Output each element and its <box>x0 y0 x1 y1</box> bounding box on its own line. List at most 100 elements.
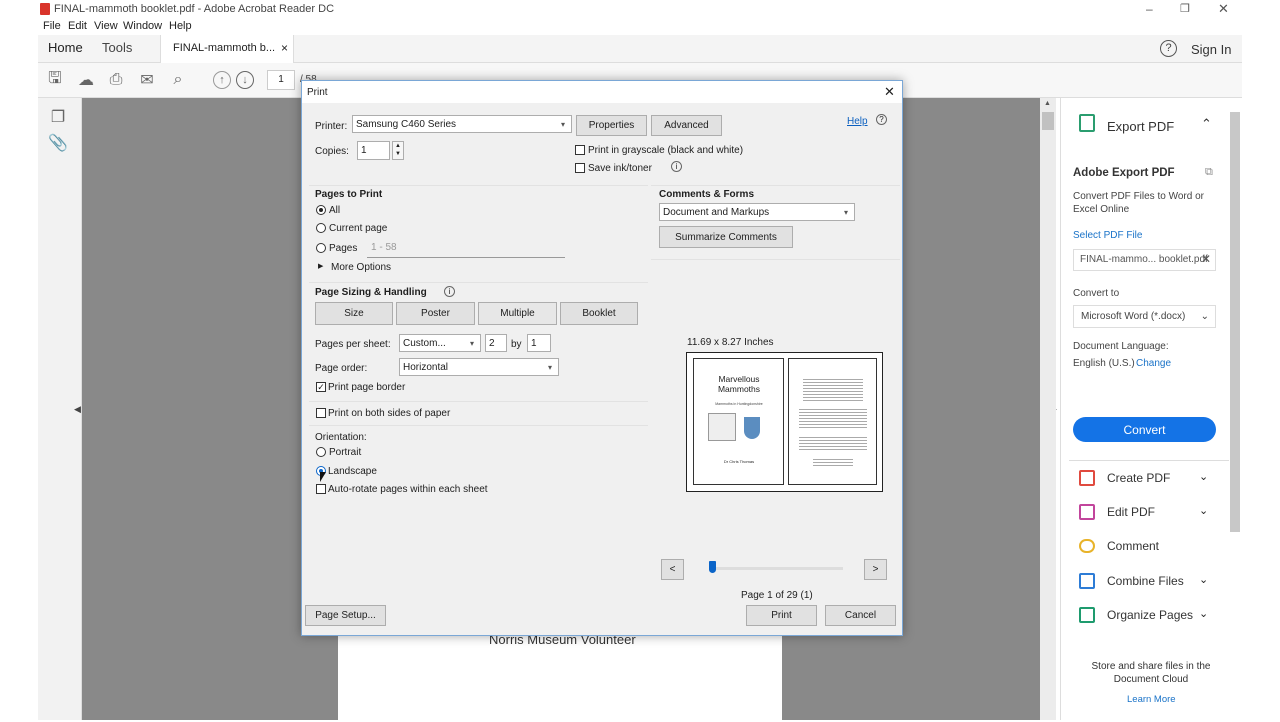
grayscale-checkbox[interactable] <box>575 145 585 155</box>
chevron-down-icon: ▾ <box>469 338 474 348</box>
sizing-info-icon[interactable]: i <box>444 286 455 297</box>
tool-combine-files[interactable]: Combine Files <box>1079 573 1184 589</box>
tab-document[interactable]: FINAL-mammoth b... × <box>160 35 294 63</box>
search-icon[interactable]: ⌕ <box>168 71 188 89</box>
sign-in-button[interactable]: Sign In <box>1191 42 1231 57</box>
orientation-label: Orientation: <box>315 432 367 443</box>
help-icon[interactable]: ? <box>1160 40 1177 57</box>
convert-button[interactable]: Convert <box>1073 417 1216 442</box>
page-setup-button[interactable]: Page Setup... <box>305 605 386 626</box>
collapse-left-icon[interactable]: ◀ <box>74 404 81 415</box>
page-info-label: Page 1 of 29 (1) <box>741 590 813 601</box>
edit-pdf-chevron-icon[interactable]: ⌄ <box>1199 504 1208 517</box>
pages-per-sheet-select[interactable]: Custom... ▾ <box>399 334 481 352</box>
menu-help[interactable]: Help <box>169 20 192 32</box>
learn-more-link[interactable]: Learn More <box>1127 694 1176 705</box>
change-language-link[interactable]: Change <box>1136 358 1171 369</box>
menu-file[interactable]: File <box>43 20 61 32</box>
autorotate-checkbox[interactable] <box>316 484 326 494</box>
size-label: Size <box>344 308 364 319</box>
organize-pages-chevron-icon[interactable]: ⌄ <box>1199 607 1208 620</box>
clear-file-icon[interactable]: ✕ <box>1201 252 1211 266</box>
selected-file-field[interactable]: FINAL-mammo... booklet.pdf <box>1073 249 1216 271</box>
document-scrollbar[interactable]: ▲ <box>1040 98 1056 720</box>
properties-button[interactable]: Properties <box>576 115 647 136</box>
pages-range-input[interactable]: 1 - 58 <box>367 238 565 258</box>
preview-text-block <box>803 377 863 401</box>
pages-radio[interactable] <box>316 243 326 253</box>
comments-select[interactable]: Document and Markups ▾ <box>659 203 855 221</box>
landscape-label: Landscape <box>328 466 377 477</box>
upload-cloud-icon[interactable]: ☁ <box>76 71 96 89</box>
save-icon[interactable]: 🖫 <box>46 70 64 89</box>
menu-bar: File Edit View Window Help <box>38 18 1242 35</box>
booklet-button[interactable]: Booklet <box>560 302 638 325</box>
menu-edit[interactable]: Edit <box>68 20 87 32</box>
page-order-select[interactable]: Horizontal ▾ <box>399 358 559 376</box>
page-down-icon[interactable]: ↓ <box>236 71 254 89</box>
size-button[interactable]: Size <box>315 302 393 325</box>
attachment-icon[interactable]: 📎 <box>48 134 68 152</box>
language-label: Document Language: <box>1073 341 1169 352</box>
menu-window[interactable]: Window <box>123 20 162 32</box>
multiple-button[interactable]: Multiple <box>478 302 557 325</box>
close-window-icon[interactable]: ✕ <box>1218 1 1229 17</box>
email-icon[interactable]: ✉ <box>137 71 157 89</box>
scroll-up-icon[interactable]: ▲ <box>1044 100 1051 107</box>
pages-thumbnail-icon[interactable]: ❐ <box>48 108 68 126</box>
select-pdf-link[interactable]: Select PDF File <box>1073 230 1142 241</box>
print-icon[interactable]: ⎙ <box>106 71 126 89</box>
both-sides-checkbox[interactable] <box>316 408 326 418</box>
scroll-thumb[interactable] <box>1042 112 1054 130</box>
printer-select[interactable]: Samsung C460 Series ▾ <box>352 115 572 133</box>
create-pdf-chevron-icon[interactable]: ⌄ <box>1199 470 1208 483</box>
portrait-radio[interactable] <box>316 447 326 457</box>
page-up-icon[interactable]: ↑ <box>213 71 231 89</box>
pages-label: Pages <box>329 243 358 254</box>
sheet-columns-input[interactable]: 2 <box>485 334 507 352</box>
minimize-icon[interactable]: – <box>1146 2 1153 16</box>
format-dropdown[interactable]: Microsoft Word (*.docx) ⌄ <box>1073 305 1216 328</box>
page-number-input[interactable]: 1 <box>267 70 295 90</box>
all-pages-radio[interactable] <box>316 205 326 215</box>
preview-text-block <box>813 457 853 467</box>
poster-button[interactable]: Poster <box>396 302 475 325</box>
more-options-label[interactable]: More Options <box>331 262 391 273</box>
save-ink-info-icon[interactable]: i <box>671 161 682 172</box>
menu-view[interactable]: View <box>94 20 118 32</box>
export-pdf-header[interactable]: Export PDF ⌃ <box>1061 98 1237 148</box>
comment-label: Comment <box>1107 539 1160 553</box>
advanced-button[interactable]: Advanced <box>651 115 722 136</box>
chevron-up-icon[interactable]: ⌃ <box>1201 116 1212 132</box>
save-ink-checkbox[interactable] <box>575 163 585 173</box>
print-button[interactable]: Print <box>746 605 817 626</box>
cancel-button[interactable]: Cancel <box>825 605 896 626</box>
previous-page-button[interactable]: < <box>661 559 684 580</box>
page-slider-track[interactable] <box>709 567 843 570</box>
right-panel-scrollbar[interactable] <box>1230 112 1240 532</box>
tool-create-pdf[interactable]: Create PDF <box>1079 470 1170 486</box>
page-slider-thumb[interactable] <box>709 561 716 573</box>
help-link[interactable]: Help <box>847 116 868 127</box>
current-page-radio[interactable] <box>316 223 326 233</box>
info-icon[interactable]: ? <box>876 114 887 125</box>
copies-input[interactable]: 1 <box>357 141 390 160</box>
page-border-checkbox[interactable]: ✓ <box>316 382 326 392</box>
tab-home[interactable]: Home <box>48 40 83 55</box>
export-settings-icon[interactable]: ⧉ <box>1205 166 1213 179</box>
close-tab-icon[interactable]: × <box>281 41 288 55</box>
next-page-button[interactable]: > <box>864 559 887 580</box>
combine-files-chevron-icon[interactable]: ⌄ <box>1199 573 1208 586</box>
preview-title: Marvellous Mammoths <box>717 374 761 394</box>
expand-triangle-icon[interactable]: ▶ <box>318 262 323 270</box>
tool-edit-pdf[interactable]: Edit PDF <box>1079 504 1155 520</box>
tool-organize-pages[interactable]: Organize Pages <box>1079 607 1193 623</box>
dialog-close-icon[interactable]: ✕ <box>884 84 895 100</box>
portrait-label: Portrait <box>329 447 362 458</box>
summarize-comments-button[interactable]: Summarize Comments <box>659 226 793 248</box>
tab-tools[interactable]: Tools <box>102 40 132 55</box>
tool-comment[interactable]: Comment <box>1079 539 1159 553</box>
sheet-rows-input[interactable]: 1 <box>527 334 551 352</box>
restore-icon[interactable]: ❐ <box>1180 2 1190 15</box>
copies-stepper[interactable]: ▲ ▼ <box>392 141 404 160</box>
